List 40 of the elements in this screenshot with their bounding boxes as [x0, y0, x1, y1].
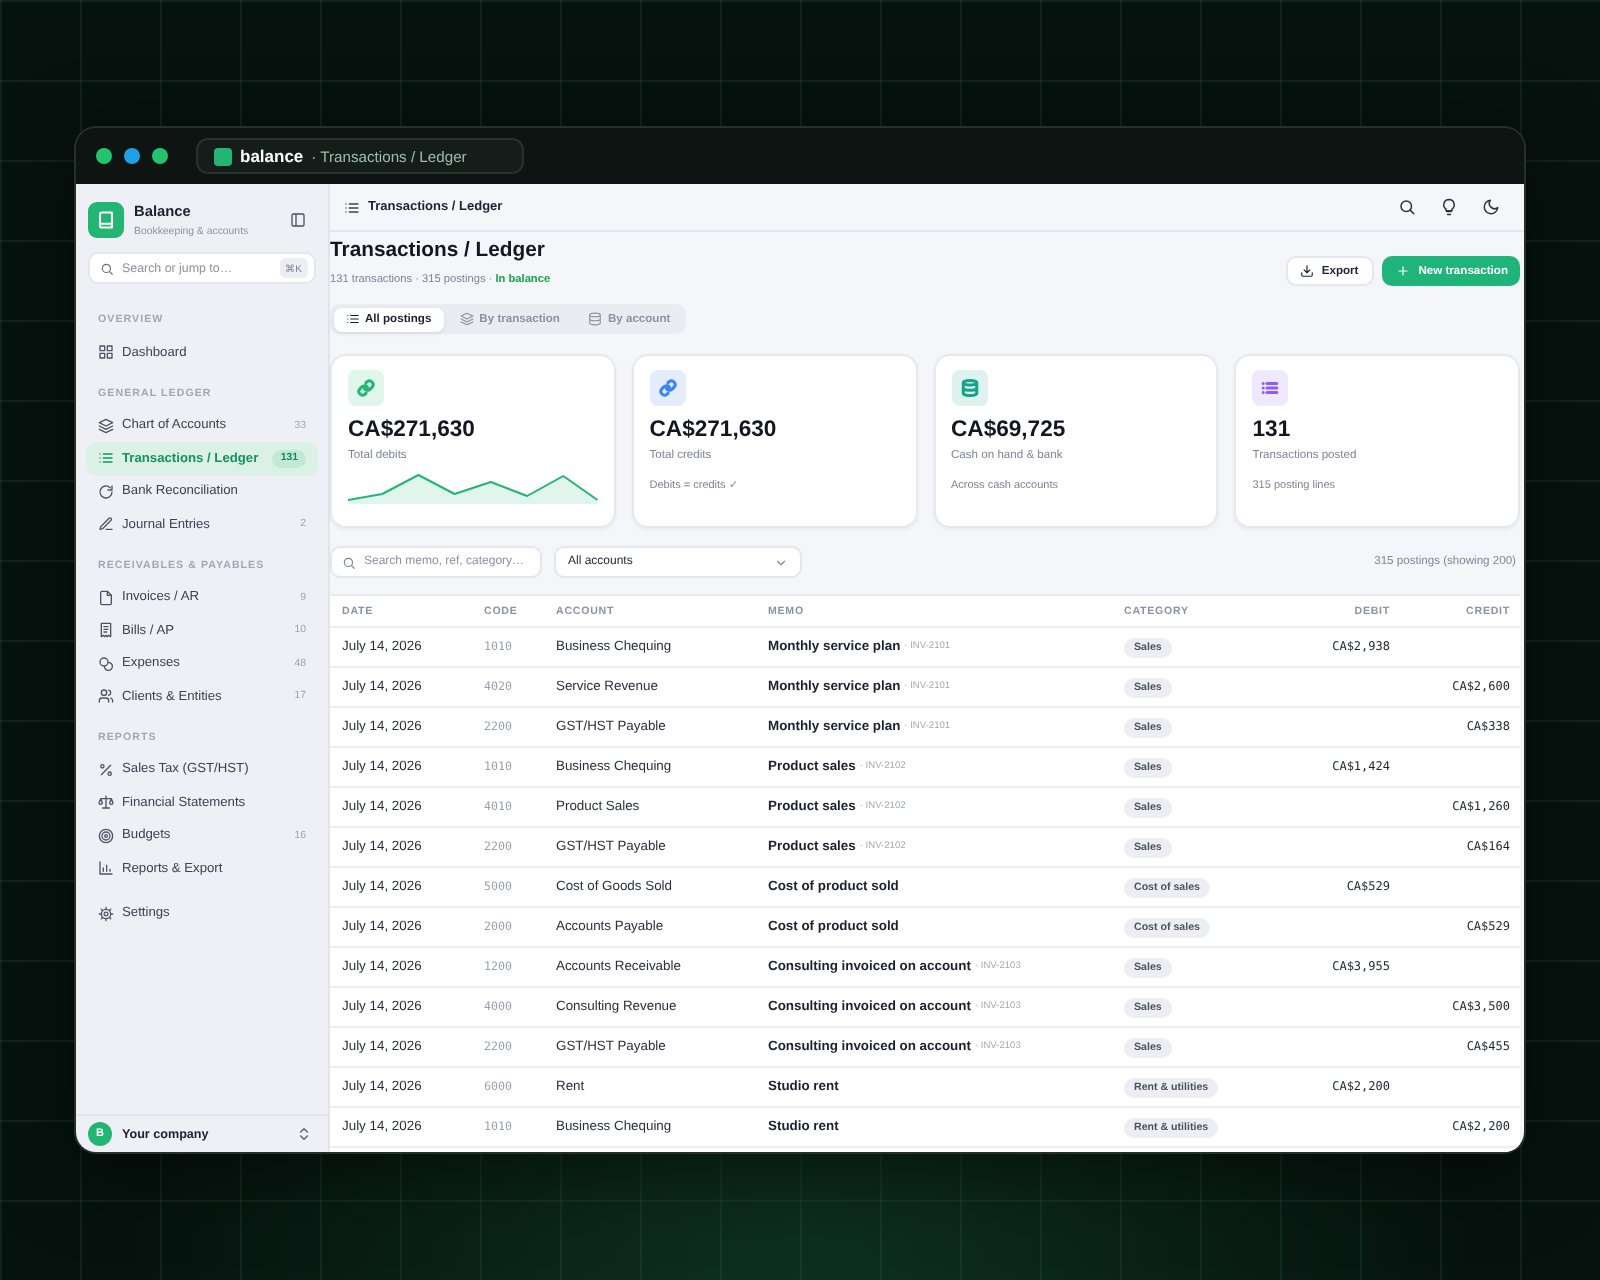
- layers-icon: [98, 417, 114, 434]
- book-icon: [88, 202, 124, 238]
- stat-value: CA$69,725: [951, 418, 1066, 444]
- stat-value: CA$271,630: [649, 418, 777, 444]
- chevrons-icon[interactable]: [296, 1126, 312, 1142]
- app-name: balance: [240, 146, 304, 166]
- coins-icon: [98, 655, 114, 672]
- grid-icon: [98, 344, 114, 361]
- bar-chart-icon: [98, 860, 114, 877]
- database-icon: [587, 312, 602, 326]
- sidebar-toggle-icon[interactable]: [290, 212, 306, 228]
- stat-value: 131: [1252, 418, 1291, 444]
- scales-icon: [98, 794, 114, 811]
- search-icon: [100, 261, 114, 275]
- document-icon: [98, 589, 114, 606]
- percent-icon: [98, 761, 114, 778]
- chevron-down-icon: [774, 555, 788, 569]
- search-icon[interactable]: [1398, 198, 1416, 216]
- refresh-icon: [98, 483, 114, 500]
- database-icon: [951, 370, 987, 406]
- receipt-icon: [98, 622, 114, 639]
- list-icon: [344, 199, 360, 215]
- lightbulb-icon[interactable]: [1440, 198, 1458, 216]
- list-icon: [345, 312, 359, 326]
- layers-icon: [459, 312, 474, 326]
- link-icon: [649, 370, 686, 406]
- moon-icon[interactable]: [1482, 198, 1500, 216]
- stat-value: CA$271,630: [348, 418, 475, 444]
- app-icon: [214, 147, 232, 165]
- gear-icon: [98, 905, 114, 922]
- list-icon: [1252, 370, 1289, 406]
- download-icon: [1299, 264, 1314, 278]
- target-icon: [98, 827, 114, 844]
- page-title: Transactions / Ledger: [330, 238, 547, 264]
- pencil-icon: [98, 516, 114, 533]
- search-icon: [342, 555, 356, 569]
- users-icon: [98, 688, 114, 705]
- list-icon: [98, 450, 114, 467]
- link-icon: [348, 370, 384, 406]
- plus-icon: [1396, 264, 1411, 278]
